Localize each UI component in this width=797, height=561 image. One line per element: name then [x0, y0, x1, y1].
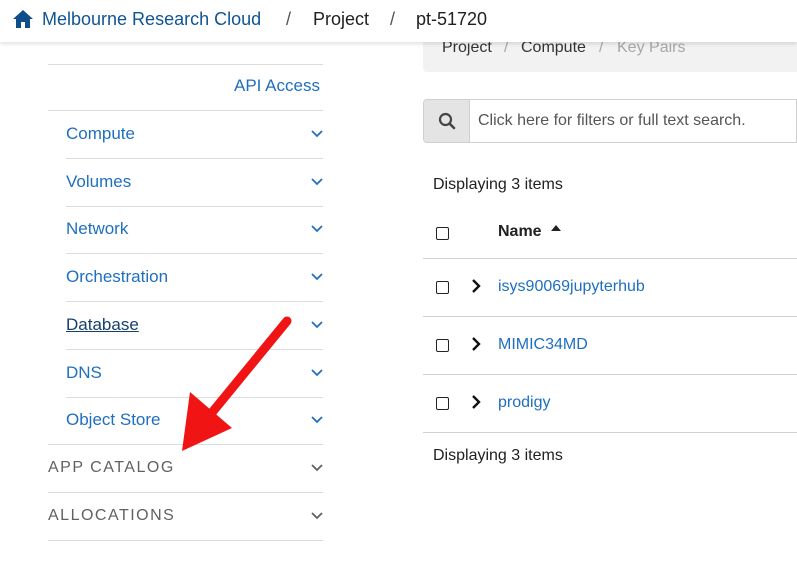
search-input[interactable] [470, 99, 797, 143]
sidebar-section-label: ALLOCATIONS [48, 506, 176, 524]
project-crumb[interactable]: Project [313, 9, 369, 30]
sidebar-item-label: Compute [66, 123, 135, 143]
brand-link[interactable]: Melbourne Research Cloud [42, 9, 261, 30]
sidebar-item-network[interactable]: Network [66, 205, 323, 252]
item-count: Displaying 3 items [433, 176, 563, 193]
keypair-link[interactable]: prodigy [498, 394, 550, 412]
sidebar-item-dns[interactable]: DNS [66, 349, 323, 396]
chevron-down-icon [311, 320, 323, 328]
home-icon[interactable] [12, 9, 34, 29]
sidebar-item-api-access[interactable]: API Access [234, 76, 320, 96]
row-checkbox[interactable] [436, 281, 449, 294]
chevron-down-icon [311, 177, 323, 185]
select-all-checkbox[interactable] [436, 227, 449, 240]
chevron-down-icon [311, 368, 323, 376]
chevron-right-icon[interactable] [471, 279, 481, 293]
sidebar-item-label: Volumes [66, 171, 132, 191]
breadcrumb-separator: / [390, 9, 396, 29]
sidebar-item-label: Database [66, 314, 139, 334]
row-checkbox[interactable] [436, 339, 449, 352]
chevron-down-icon [311, 511, 323, 519]
keypair-link[interactable]: MIMIC34MD [498, 336, 588, 354]
sort-ascending-icon [551, 225, 561, 231]
chevron-down-icon [311, 129, 323, 137]
project-id-dropdown[interactable]: pt-51720 [416, 9, 487, 30]
top-navigation-bar: Melbourne Research Cloud / Project / pt-… [0, 0, 797, 42]
sidebar-item-label: Network [66, 218, 129, 238]
chevron-right-icon[interactable] [471, 337, 481, 351]
sidebar-section-label: APP CATALOG [48, 458, 175, 476]
chevron-down-icon [311, 463, 323, 471]
sidebar-section-app-catalog[interactable]: APP CATALOG [48, 444, 323, 491]
sidebar-section-allocations[interactable]: ALLOCATIONS [48, 492, 323, 539]
divider [48, 64, 323, 65]
sidebar-item-database[interactable]: Database [66, 301, 323, 348]
chevron-right-icon[interactable] [471, 395, 481, 409]
chevron-down-icon [311, 415, 323, 423]
item-count: Displaying 3 items [433, 447, 563, 464]
chevron-down-icon [311, 224, 323, 232]
sidebar-item-object-store[interactable]: Object Store [66, 396, 323, 443]
sidebar-item-label: Object Store [66, 409, 161, 429]
sidebar-item-compute[interactable]: Compute [66, 110, 323, 157]
sidebar-item-orchestration[interactable]: Orchestration [66, 253, 323, 300]
chevron-down-icon [311, 272, 323, 280]
divider [48, 540, 323, 541]
column-header-name[interactable]: Name [498, 223, 542, 241]
search-button[interactable] [423, 99, 470, 143]
breadcrumb-separator: / [286, 9, 292, 29]
row-checkbox[interactable] [436, 397, 449, 410]
divider [423, 432, 797, 433]
sidebar-item-label: DNS [66, 362, 102, 382]
search-bar [423, 99, 797, 143]
keypair-link[interactable]: isys90069jupyterhub [498, 278, 645, 296]
sidebar-item-volumes[interactable]: Volumes [66, 158, 323, 205]
sidebar-item-label: Orchestration [66, 266, 169, 286]
search-icon [438, 112, 455, 130]
